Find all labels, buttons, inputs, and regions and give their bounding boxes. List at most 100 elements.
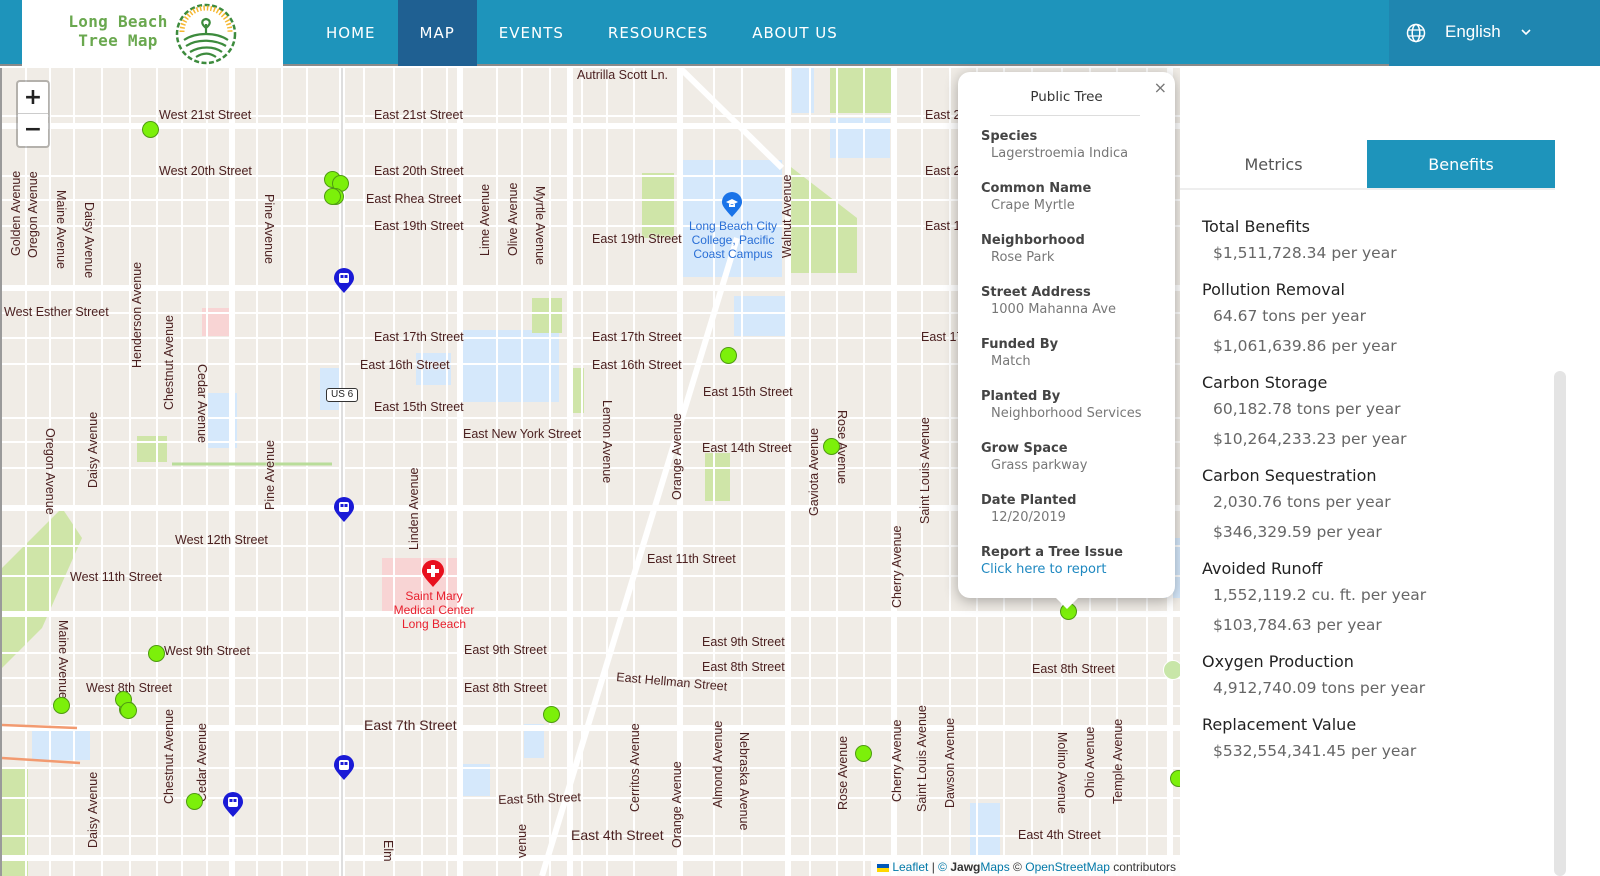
street-label: East 4th Street: [1018, 828, 1101, 842]
benefit-value: 1,552,119.2 cu. ft. per year: [1213, 586, 1427, 604]
field-common-name: Common Name Crape Myrtle: [981, 181, 1142, 233]
nav-events[interactable]: EVENTS: [477, 0, 586, 66]
tree-marker[interactable]: [855, 745, 872, 762]
field-value: Neighborhood Services: [991, 406, 1142, 421]
field-neighborhood: Neighborhood Rose Park: [981, 233, 1142, 285]
benefit-value: $346,329.59 per year: [1213, 523, 1382, 541]
tree-marker[interactable]: [1170, 770, 1180, 787]
tree-marker[interactable]: [186, 793, 203, 810]
street-label: East 2: [925, 108, 961, 122]
tab-metrics[interactable]: Metrics: [1180, 140, 1367, 188]
street-label: Cedar Avenue: [195, 723, 209, 802]
street-label: West 21st Street: [159, 108, 252, 122]
field-street-address: Street Address 1000 Mahanna Ave: [981, 285, 1142, 337]
popup-fields: Species Lagerstroemia Indica Common Name…: [981, 129, 1142, 597]
street-label: venue: [515, 823, 529, 858]
street-label: East 8th Street: [702, 660, 785, 674]
us6-route-shield: US 6: [326, 388, 359, 402]
main-nav: HOME MAP EVENTS RESOURCES ABOUT US: [304, 0, 860, 66]
street-label: East 8th Street: [1032, 662, 1115, 676]
field-value: Grass parkway: [991, 458, 1088, 473]
street-label: Molino Avenue: [1055, 732, 1069, 814]
street-label: Myrtle Avenue: [533, 186, 547, 265]
zoom-control: + −: [16, 80, 50, 148]
bus-stop-icon[interactable]: [222, 792, 244, 818]
street-label: East 2: [925, 164, 961, 178]
benefit-title: Pollution Removal: [1202, 280, 1345, 299]
jawg-link[interactable]: Maps: [980, 860, 1009, 874]
street-label: Pine Avenue: [263, 440, 277, 510]
street-label: West 9th Street: [164, 644, 250, 658]
bus-stop-icon[interactable]: [333, 268, 355, 294]
street-label: East New York Street: [463, 427, 582, 441]
benefit-value: 4,912,740.09 tons per year: [1213, 679, 1426, 697]
street-label: East 14th Street: [702, 441, 792, 455]
tree-marker[interactable]: [120, 702, 137, 719]
college-label: Long Beach City College, Pacific Coast C…: [688, 219, 778, 261]
benefit-value: $103,784.63 per year: [1213, 616, 1382, 634]
openstreetmap-link[interactable]: OpenStreetMap: [1025, 860, 1110, 874]
tree-marker[interactable]: [1163, 660, 1180, 680]
street-label: Cerritos Avenue: [628, 723, 642, 812]
hospital-label: Saint Mary Medical Center Long Beach: [393, 589, 475, 631]
field-species: Species Lagerstroemia Indica: [981, 129, 1142, 181]
leaflet-link[interactable]: Leaflet: [892, 860, 928, 874]
street-label: Saint Louis Avenue: [918, 417, 932, 524]
zoom-in-button[interactable]: +: [18, 82, 48, 114]
field-label: Grow Space: [981, 441, 1068, 456]
street-label: East 15th Street: [703, 385, 793, 399]
panel-scrollbar[interactable]: [1554, 371, 1566, 876]
benefit-oxygen-production: Oxygen Production 4,912,740.09 tons per …: [1202, 651, 1552, 703]
street-label: Cherry Avenue: [890, 525, 904, 608]
street-label: Daisy Avenue: [82, 202, 96, 279]
street-label: East 19th Street: [592, 232, 682, 246]
benefit-value: $1,511,728.34 per year: [1213, 244, 1397, 262]
site-logo[interactable]: Long Beach Tree Map: [22, 0, 283, 66]
street-label: East 17th Street: [592, 330, 682, 344]
bus-stop-icon[interactable]: [333, 497, 355, 523]
field-funded-by: Funded By Match: [981, 337, 1142, 389]
nav-home[interactable]: HOME: [304, 0, 398, 66]
street-label: Oregon Avenue: [26, 171, 40, 258]
tree-marker[interactable]: [543, 706, 560, 723]
field-value: Rose Park: [991, 250, 1055, 265]
street-label: Saint Louis Avenue: [915, 705, 929, 812]
tab-benefits[interactable]: Benefits: [1367, 140, 1555, 188]
nav-map[interactable]: MAP: [397, 0, 477, 66]
field-grow-space: Grow Space Grass parkway: [981, 441, 1142, 493]
nav-about-us[interactable]: ABOUT US: [730, 0, 860, 66]
field-value: Lagerstroemia Indica: [991, 146, 1129, 161]
street-label: Lemon Avenue: [600, 400, 614, 484]
jawg-attribution[interactable]: © JawgMaps: [938, 860, 1010, 874]
logo-line-1: Long Beach: [68, 12, 168, 31]
top-navbar: Long Beach Tree Map HOME MAP EVENTS RESO…: [0, 0, 1600, 66]
field-value: Crape Myrtle: [991, 198, 1075, 213]
zoom-out-button[interactable]: −: [18, 114, 48, 146]
tree-marker[interactable]: [148, 645, 165, 662]
tree-marker[interactable]: [823, 438, 840, 455]
benefit-avoided-runoff: Avoided Runoff 1,552,119.2 cu. ft. per y…: [1202, 558, 1552, 640]
street-label: East 17th Street: [374, 330, 464, 344]
field-label: Neighborhood: [981, 233, 1085, 248]
copyright-symbol: ©: [938, 860, 947, 874]
bus-stop-icon[interactable]: [333, 755, 355, 781]
report-issue-link[interactable]: Click here to report: [981, 560, 1142, 580]
language-selector[interactable]: English: [1389, 0, 1600, 66]
street-label: West 12th Street: [175, 533, 268, 547]
tree-marker[interactable]: [720, 347, 737, 364]
benefit-title: Avoided Runoff: [1202, 559, 1323, 578]
benefit-title: Carbon Storage: [1202, 373, 1328, 392]
logo-line-2: Tree Map: [78, 31, 158, 50]
college-pin-icon[interactable]: [721, 192, 743, 218]
street-label: East Rhea Street: [366, 192, 462, 206]
benefit-carbon-storage: Carbon Storage 60,182.78 tons per year $…: [1202, 372, 1552, 454]
attribution-separator: |: [931, 860, 935, 874]
street-label: Oregon Avenue: [43, 428, 57, 515]
nav-resources[interactable]: RESOURCES: [586, 0, 730, 66]
field-date-planted: Date Planted 12/20/2019: [981, 493, 1142, 545]
popup-divider: [990, 115, 1140, 116]
hospital-pin-icon[interactable]: [421, 560, 445, 588]
tree-marker[interactable]: [142, 121, 159, 138]
tree-marker[interactable]: [53, 697, 70, 714]
tree-marker[interactable]: [324, 188, 341, 205]
